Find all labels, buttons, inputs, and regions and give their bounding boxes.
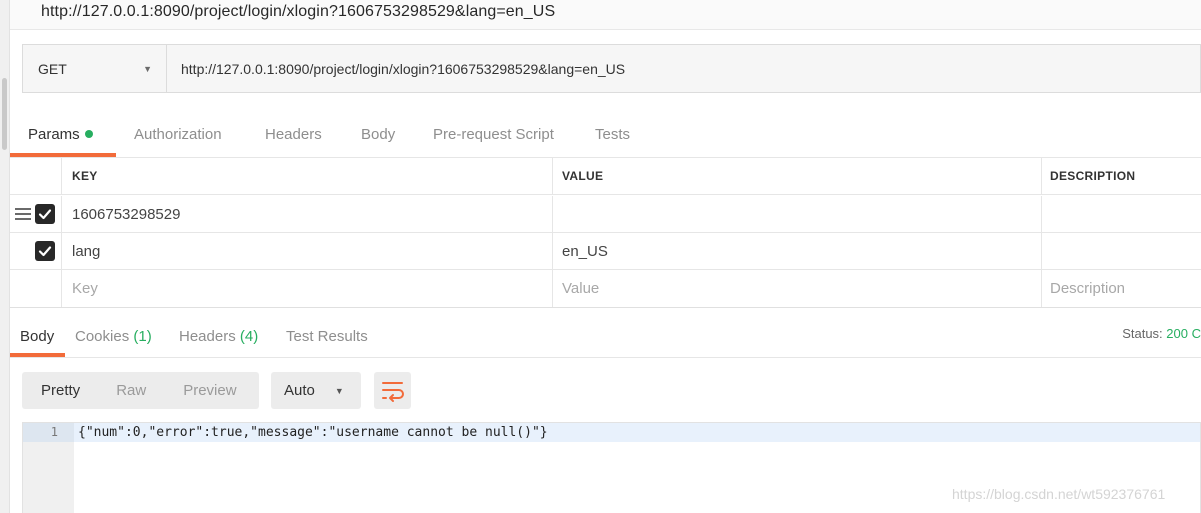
url-input[interactable]: http://127.0.0.1:8090/project/login/xlog… [167, 45, 1200, 92]
preview-button[interactable]: Preview [183, 372, 236, 409]
url-text: http://127.0.0.1:8090/project/login/xlog… [181, 60, 626, 77]
cookies-label: Cookies [75, 328, 130, 345]
tab-body[interactable]: Body [361, 126, 395, 143]
response-tab-test-results[interactable]: Test Results [286, 328, 368, 345]
method-select[interactable]: GET ▼ [23, 45, 167, 92]
chevron-down-icon: ▼ [143, 63, 152, 74]
status-label: Status: [1122, 326, 1163, 341]
params-table: KEY VALUE DESCRIPTION 1606753298529 lang… [10, 158, 1201, 308]
checkmark-icon [38, 246, 52, 257]
new-param-row: Key Value Description [10, 270, 1201, 307]
new-value-input[interactable]: Value [552, 270, 1041, 307]
param-description-cell[interactable] [1041, 233, 1201, 269]
row-controls [10, 196, 61, 232]
request-title: http://127.0.0.1:8090/project/login/xlog… [41, 3, 556, 20]
status-indicator: Status: 200 C [1122, 326, 1201, 341]
param-checkbox[interactable] [35, 241, 55, 261]
param-value-cell[interactable]: en_US [552, 233, 1041, 269]
wrap-lines-icon [382, 382, 404, 402]
raw-button[interactable]: Raw [116, 372, 146, 409]
row-controls [10, 270, 61, 307]
sidebar-scrollbar[interactable] [2, 78, 7, 150]
param-value-cell[interactable] [552, 196, 1041, 232]
row-controls [10, 233, 61, 269]
new-key-input[interactable]: Key [61, 270, 552, 307]
new-description-input[interactable]: Description [1041, 270, 1201, 307]
params-indicator-dot [84, 130, 93, 138]
tab-params-label: Params [28, 126, 80, 143]
method-label: GET [38, 60, 67, 77]
tab-headers[interactable]: Headers [265, 126, 322, 143]
sidebar-edge [0, 0, 10, 513]
column-header-value: VALUE [552, 158, 1041, 194]
table-row: 1606753298529 [10, 196, 1201, 233]
column-header-key: KEY [61, 158, 552, 194]
watermark: https://blog.csdn.net/wt592376761 [952, 486, 1166, 502]
cookies-count: (1) [133, 328, 152, 345]
table-row: lang en_US [10, 233, 1201, 270]
response-tab-headers[interactable]: Headers (4) [179, 328, 258, 345]
param-key-cell[interactable]: lang [61, 233, 552, 269]
format-select[interactable]: Auto ▼ [271, 372, 361, 409]
response-tab-cookies[interactable]: Cookies (1) [75, 328, 152, 345]
request-title-bar: http://127.0.0.1:8090/project/login/xlog… [10, 0, 1201, 30]
drag-handle-icon[interactable] [15, 208, 31, 220]
format-toolbar: Pretty Raw Preview Auto ▼ [22, 372, 411, 409]
checkmark-icon [38, 209, 52, 220]
tab-params[interactable]: Params [28, 126, 93, 143]
line-number: 1 [50, 425, 58, 439]
format-select-label: Auto [284, 382, 315, 399]
param-checkbox[interactable] [35, 204, 55, 224]
active-tab-underline [10, 153, 116, 157]
chevron-down-icon: ▼ [334, 385, 344, 396]
active-response-tab-underline [10, 353, 65, 357]
param-description-cell[interactable] [1041, 196, 1201, 232]
headers-count: (4) [239, 328, 259, 345]
status-code[interactable]: 200 C [1166, 326, 1201, 341]
view-mode-group: Pretty Raw Preview [22, 372, 259, 409]
headers-label: Headers [179, 328, 236, 345]
tab-tests[interactable]: Tests [595, 126, 630, 143]
pretty-button[interactable]: Pretty [41, 372, 80, 409]
header-spacer [10, 158, 61, 194]
wrap-lines-button[interactable] [374, 372, 411, 409]
tab-pre-request-script[interactable]: Pre-request Script [433, 126, 554, 143]
tab-authorization[interactable]: Authorization [134, 126, 222, 143]
params-header-row: KEY VALUE DESCRIPTION [10, 158, 1201, 195]
url-bar: GET ▼ http://127.0.0.1:8090/project/logi… [22, 44, 1201, 93]
request-tabs: Params Authorization Headers Body Pre-re… [10, 114, 1201, 158]
param-key-cell[interactable]: 1606753298529 [61, 196, 552, 232]
gutter-line-highlight [23, 423, 74, 442]
code-line: {"num":0,"error":true,"message":"usernam… [78, 425, 548, 440]
column-header-description: DESCRIPTION [1041, 158, 1201, 194]
response-tabs: Body Cookies (1) Headers (4) Test Result… [10, 318, 1201, 358]
response-tab-body[interactable]: Body [20, 328, 54, 345]
line-number-gutter: 1 [23, 423, 74, 513]
